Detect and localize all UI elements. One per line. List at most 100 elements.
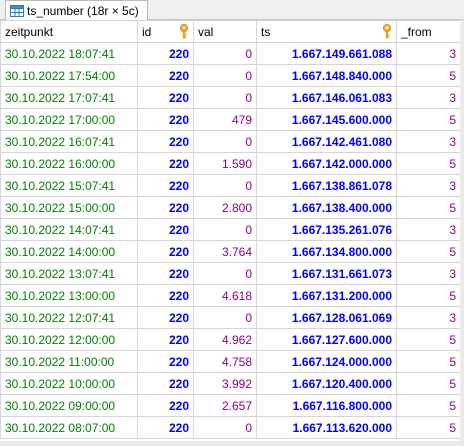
- cell-zeitpunkt[interactable]: 30.10.2022 14:00:00: [0, 240, 138, 263]
- cell-zeitpunkt[interactable]: 30.10.2022 08:07:00: [0, 416, 138, 439]
- table-row[interactable]: 30.10.2022 18:07:41 220 0 1.667.149.661.088…: [0, 42, 461, 65]
- cell-val[interactable]: 0: [193, 130, 257, 153]
- cell-zeitpunkt[interactable]: 30.10.2022 15:00:00: [0, 196, 138, 219]
- cell-id[interactable]: 220: [137, 306, 194, 329]
- cell-val[interactable]: 1.590: [193, 152, 257, 175]
- cell-id[interactable]: 220: [137, 42, 194, 65]
- cell-id[interactable]: 220: [137, 174, 194, 197]
- cell-from[interactable]: 3: [396, 42, 461, 65]
- column-header-from[interactable]: _from: [396, 20, 461, 43]
- table-row[interactable]: 30.10.2022 15:07:41 220 0 1.667.138.861.078…: [0, 174, 461, 197]
- cell-val[interactable]: 479: [193, 108, 257, 131]
- cell-zeitpunkt[interactable]: 30.10.2022 12:00:00: [0, 328, 138, 351]
- cell-ts[interactable]: 1.667.120.400.000: [256, 372, 397, 395]
- cell-from[interactable]: 5: [396, 108, 461, 131]
- cell-val[interactable]: 0: [193, 42, 257, 65]
- cell-id[interactable]: 220: [137, 394, 194, 417]
- cell-ts[interactable]: 1.667.135.261.076: [256, 218, 397, 241]
- cell-val[interactable]: 3.992: [193, 372, 257, 395]
- column-header-ts[interactable]: ts: [256, 20, 397, 43]
- column-header-id[interactable]: id: [137, 20, 194, 43]
- cell-id[interactable]: 220: [137, 328, 194, 351]
- cell-from[interactable]: 3: [396, 174, 461, 197]
- cell-from[interactable]: 5: [396, 416, 461, 439]
- cell-ts[interactable]: 1.667.138.400.000: [256, 196, 397, 219]
- cell-id[interactable]: 220: [137, 350, 194, 373]
- cell-ts[interactable]: 1.667.127.600.000: [256, 328, 397, 351]
- cell-from[interactable]: 3: [396, 86, 461, 109]
- cell-val[interactable]: 0: [193, 218, 257, 241]
- cell-zeitpunkt[interactable]: 30.10.2022 13:00:00: [0, 284, 138, 307]
- horizontal-scrollbar[interactable]: [0, 441, 460, 446]
- cell-zeitpunkt[interactable]: 30.10.2022 18:07:41: [0, 42, 138, 65]
- cell-zeitpunkt[interactable]: 30.10.2022 17:07:41: [0, 86, 138, 109]
- cell-ts[interactable]: 1.667.124.000.000: [256, 350, 397, 373]
- cell-ts[interactable]: 1.667.131.200.000: [256, 284, 397, 307]
- cell-zeitpunkt[interactable]: 30.10.2022 17:54:00: [0, 64, 138, 87]
- cell-from[interactable]: 5: [396, 240, 461, 263]
- table-row[interactable]: 30.10.2022 17:54:00 220 0 1.667.148.840.000…: [0, 64, 461, 87]
- table-row[interactable]: 30.10.2022 12:07:41 220 0 1.667.128.061.069…: [0, 306, 461, 329]
- cell-id[interactable]: 220: [137, 196, 194, 219]
- table-row[interactable]: 30.10.2022 10:00:00 220 3.992 1.667.120.400…: [0, 372, 461, 395]
- cell-ts[interactable]: 1.667.128.061.069: [256, 306, 397, 329]
- cell-id[interactable]: 220: [137, 218, 194, 241]
- table-row[interactable]: 30.10.2022 16:07:41 220 0 1.667.142.461.080…: [0, 130, 461, 153]
- column-header-zeitpunkt[interactable]: zeitpunkt: [0, 20, 138, 43]
- cell-zeitpunkt[interactable]: 30.10.2022 11:00:00: [0, 350, 138, 373]
- cell-id[interactable]: 220: [137, 416, 194, 439]
- cell-from[interactable]: 3: [396, 306, 461, 329]
- cell-id[interactable]: 220: [137, 130, 194, 153]
- table-row[interactable]: 30.10.2022 13:07:41 220 0 1.667.131.661.073…: [0, 262, 461, 285]
- cell-from[interactable]: 5: [396, 350, 461, 373]
- cell-ts[interactable]: 1.667.146.061.083: [256, 86, 397, 109]
- tab-ts-number[interactable]: ts_number (18r × 5c): [5, 0, 148, 20]
- cell-from[interactable]: 5: [396, 284, 461, 307]
- table-row[interactable]: 30.10.2022 17:07:41 220 0 1.667.146.061.083…: [0, 86, 461, 109]
- cell-val[interactable]: 0: [193, 262, 257, 285]
- cell-zeitpunkt[interactable]: 30.10.2022 16:07:41: [0, 130, 138, 153]
- cell-val[interactable]: 0: [193, 174, 257, 197]
- cell-from[interactable]: 3: [396, 262, 461, 285]
- cell-from[interactable]: 5: [396, 328, 461, 351]
- cell-zeitpunkt[interactable]: 30.10.2022 09:00:00: [0, 394, 138, 417]
- cell-from[interactable]: 3: [396, 130, 461, 153]
- cell-ts[interactable]: 1.667.148.840.000: [256, 64, 397, 87]
- cell-id[interactable]: 220: [137, 152, 194, 175]
- cell-val[interactable]: 2.657: [193, 394, 257, 417]
- cell-val[interactable]: 2.800: [193, 196, 257, 219]
- cell-id[interactable]: 220: [137, 372, 194, 395]
- cell-zeitpunkt[interactable]: 30.10.2022 13:07:41: [0, 262, 138, 285]
- cell-id[interactable]: 220: [137, 86, 194, 109]
- cell-zeitpunkt[interactable]: 30.10.2022 12:07:41: [0, 306, 138, 329]
- cell-from[interactable]: 3: [396, 218, 461, 241]
- table-row[interactable]: 30.10.2022 16:00:00 220 1.590 1.667.142.000…: [0, 152, 461, 175]
- column-header-val[interactable]: val: [193, 20, 257, 43]
- cell-from[interactable]: 5: [396, 64, 461, 87]
- cell-id[interactable]: 220: [137, 240, 194, 263]
- cell-zeitpunkt[interactable]: 30.10.2022 10:00:00: [0, 372, 138, 395]
- cell-ts[interactable]: 1.667.142.461.080: [256, 130, 397, 153]
- cell-zeitpunkt[interactable]: 30.10.2022 16:00:00: [0, 152, 138, 175]
- cell-id[interactable]: 220: [137, 64, 194, 87]
- cell-val[interactable]: 0: [193, 64, 257, 87]
- cell-val[interactable]: 4.758: [193, 350, 257, 373]
- table-row[interactable]: 30.10.2022 14:00:00 220 3.764 1.667.134.800…: [0, 240, 461, 263]
- cell-val[interactable]: 0: [193, 306, 257, 329]
- cell-ts[interactable]: 1.667.134.800.000: [256, 240, 397, 263]
- cell-ts[interactable]: 1.667.131.661.073: [256, 262, 397, 285]
- cell-zeitpunkt[interactable]: 30.10.2022 17:00:00: [0, 108, 138, 131]
- table-row[interactable]: 30.10.2022 12:00:00 220 4.962 1.667.127.600…: [0, 328, 461, 351]
- cell-from[interactable]: 5: [396, 394, 461, 417]
- table-row[interactable]: 30.10.2022 08:07:00 220 0 1.667.113.620.000…: [0, 416, 461, 439]
- cell-from[interactable]: 5: [396, 152, 461, 175]
- cell-ts[interactable]: 1.667.116.800.000: [256, 394, 397, 417]
- cell-id[interactable]: 220: [137, 262, 194, 285]
- cell-val[interactable]: 4.618: [193, 284, 257, 307]
- cell-val[interactable]: 0: [193, 86, 257, 109]
- table-row[interactable]: 30.10.2022 11:00:00 220 4.758 1.667.124.000…: [0, 350, 461, 373]
- cell-val[interactable]: 3.764: [193, 240, 257, 263]
- cell-ts[interactable]: 1.667.142.000.000: [256, 152, 397, 175]
- cell-val[interactable]: 4.962: [193, 328, 257, 351]
- cell-ts[interactable]: 1.667.138.861.078: [256, 174, 397, 197]
